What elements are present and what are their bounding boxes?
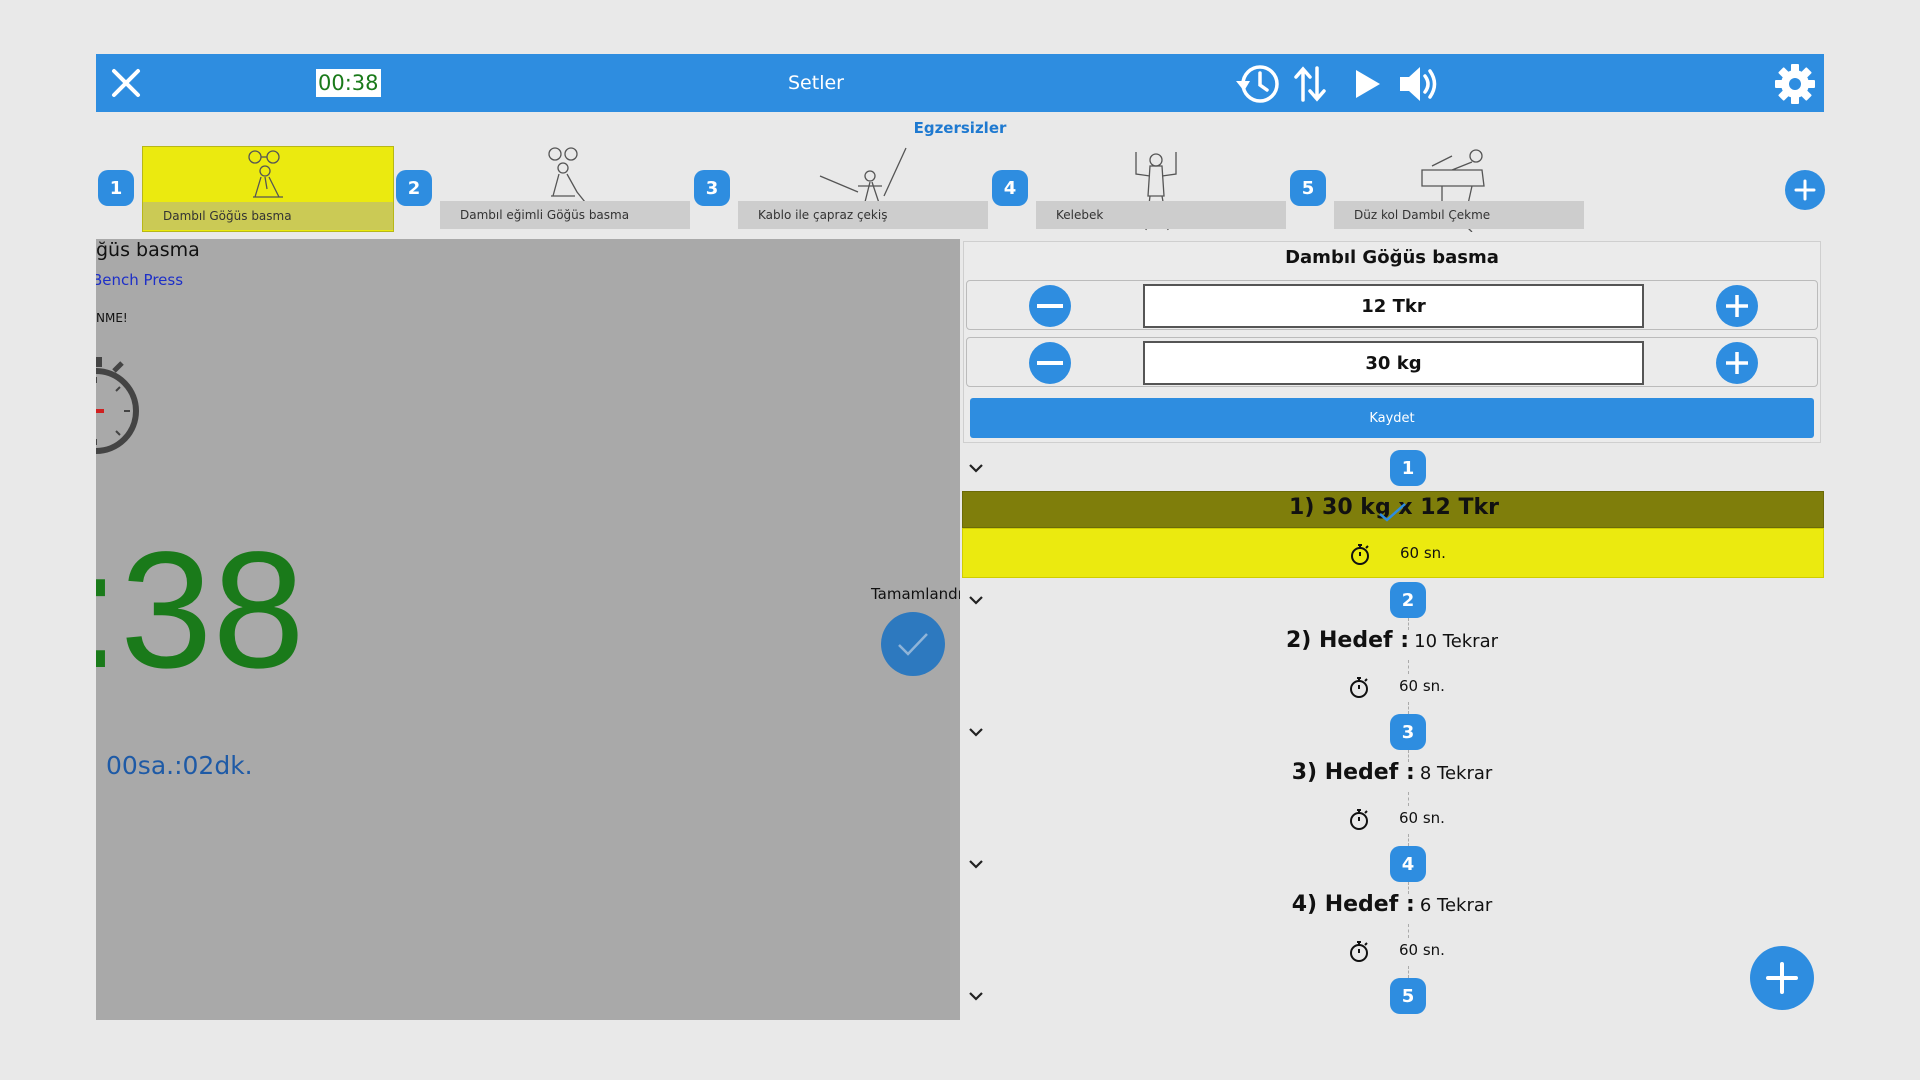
exercise-name: ğüs basma xyxy=(96,239,200,261)
reps-row: 12 Tkr xyxy=(966,280,1818,330)
add-set-button[interactable] xyxy=(1750,946,1814,1010)
set-number-badge[interactable]: 3 xyxy=(1390,714,1426,750)
top-bar: 00:38 Setler xyxy=(96,54,1824,112)
elapsed-time: 00sa.:02dk. xyxy=(106,751,253,780)
exercise-label: Dambıl eğimli Göğüs basma xyxy=(440,201,690,229)
reps-field[interactable]: 12 Tkr xyxy=(1143,284,1644,328)
exercise-thumb-4[interactable]: Kelebek xyxy=(1036,146,1286,231)
divider xyxy=(1408,834,1410,846)
stopwatch-icon xyxy=(1350,809,1368,830)
sets-list: 1 1) 30 kg x 12 Tkr 60 sn. 2 2) Hedef : … xyxy=(960,450,1824,1020)
exercise-thumb-2[interactable]: Dambıl eğimli Göğüs basma xyxy=(440,146,690,230)
stopwatch-icon xyxy=(1351,544,1369,565)
save-button[interactable]: Kaydet xyxy=(970,398,1814,438)
chevron-down-icon[interactable] xyxy=(968,722,984,741)
exercise-alt-name[interactable]: Bench Press xyxy=(96,271,183,289)
weight-decrease-button[interactable] xyxy=(1029,342,1071,384)
reps-increase-button[interactable] xyxy=(1716,285,1758,327)
set-number-badge[interactable]: 2 xyxy=(1390,582,1426,618)
set-target: 6 Tekrar xyxy=(1419,895,1493,916)
exercise-label: Kelebek xyxy=(1036,201,1286,229)
editor-title: Dambıl Göğüs basma xyxy=(1285,247,1499,268)
set-row-3[interactable]: 3) Hedef : 8 Tekrar xyxy=(960,760,1824,790)
set-rest-row-1: 60 sn. xyxy=(962,528,1824,578)
set-row-4[interactable]: 4) Hedef : 6 Tekrar xyxy=(960,892,1824,922)
divider xyxy=(1408,924,1410,938)
rest-label: NME! xyxy=(96,311,128,325)
set-row-1[interactable]: 1) 30 kg x 12 Tkr xyxy=(962,491,1824,528)
chevron-down-icon[interactable] xyxy=(968,854,984,873)
set-target: 10 Tekrar xyxy=(1414,631,1499,652)
stopwatch-icon xyxy=(1350,677,1368,698)
stopwatch-icon xyxy=(96,357,139,454)
set-title: 3) Hedef : xyxy=(1291,760,1415,785)
exercise-thumb-5[interactable]: Düz kol Dambıl Çekme xyxy=(1334,146,1584,232)
chevron-down-icon[interactable] xyxy=(968,590,984,609)
stopwatch-icon xyxy=(1350,941,1368,962)
big-timer: :38 xyxy=(96,518,305,703)
exercise-number-badge[interactable]: 4 xyxy=(992,170,1028,206)
exercise-number-badge[interactable]: 2 xyxy=(396,170,432,206)
exercises-heading: Egzersizler xyxy=(913,119,1007,137)
weight-field[interactable]: 30 kg xyxy=(1143,341,1644,385)
exercise-thumb-3[interactable]: Kablo ile çapraz çekiş xyxy=(738,146,988,230)
set-number-badge[interactable]: 5 xyxy=(1390,978,1426,1014)
page-title: Setler xyxy=(788,72,844,94)
volume-icon[interactable] xyxy=(1398,64,1440,104)
exercise-number-badge[interactable]: 1 xyxy=(98,170,134,206)
complete-button[interactable] xyxy=(881,612,945,676)
exercise-label: Düz kol Dambıl Çekme xyxy=(1334,201,1584,229)
exercise-illustration xyxy=(819,147,907,206)
rest-duration: 60 sn. xyxy=(1400,544,1446,562)
rest-duration: 60 sn. xyxy=(1399,809,1445,827)
set-title: 2) Hedef : xyxy=(1285,628,1410,653)
play-icon[interactable] xyxy=(1352,68,1382,100)
weight-row: 30 kg xyxy=(966,337,1818,387)
set-editor: Dambıl Göğüs basma 12 Tkr 30 kg Kaydet xyxy=(963,241,1821,443)
exercise-label: Kablo ile çapraz çekiş xyxy=(738,201,988,229)
exercise-illustration xyxy=(548,147,586,202)
divider xyxy=(1408,660,1410,674)
exercise-number-badge[interactable]: 3 xyxy=(694,170,730,206)
gear-icon[interactable] xyxy=(1774,63,1816,105)
rest-duration: 60 sn. xyxy=(1399,677,1445,695)
divider xyxy=(1408,792,1410,806)
exercise-strip: 1 Dambıl Göğüs basma 2 Dambıl eğimli Göğ… xyxy=(96,146,1825,232)
exercise-thumb-1[interactable]: Dambıl Göğüs basma xyxy=(142,146,394,232)
set-row-2[interactable]: 2) Hedef : 10 Tekrar xyxy=(960,628,1824,658)
set-number-badge[interactable]: 1 xyxy=(1390,450,1426,486)
timer-panel: ğüs basma Bench Press NME! :38 00sa.:02d… xyxy=(96,239,960,1020)
set-number-badge[interactable]: 4 xyxy=(1390,846,1426,882)
swap-icon[interactable] xyxy=(1293,64,1327,104)
add-exercise-button[interactable] xyxy=(1785,170,1825,210)
chevron-down-icon[interactable] xyxy=(968,986,984,1005)
rest-duration: 60 sn. xyxy=(1399,941,1445,959)
session-timer: 00:38 xyxy=(316,69,381,97)
exercise-illustration xyxy=(248,150,283,198)
exercise-number-badge[interactable]: 5 xyxy=(1290,170,1326,206)
reps-decrease-button[interactable] xyxy=(1029,285,1071,327)
complete-label: Tamamlandı xyxy=(871,585,960,603)
checkmark-icon xyxy=(1379,503,1406,522)
weight-increase-button[interactable] xyxy=(1716,342,1758,384)
divider xyxy=(1408,966,1410,978)
set-target: 8 Tekrar xyxy=(1419,763,1493,784)
set-title: 4) Hedef : xyxy=(1291,892,1415,917)
close-icon[interactable] xyxy=(110,67,142,99)
history-icon[interactable] xyxy=(1234,61,1282,107)
divider xyxy=(1408,702,1410,714)
exercise-label: Dambıl Göğüs basma xyxy=(143,202,393,230)
chevron-down-icon[interactable] xyxy=(968,458,984,477)
